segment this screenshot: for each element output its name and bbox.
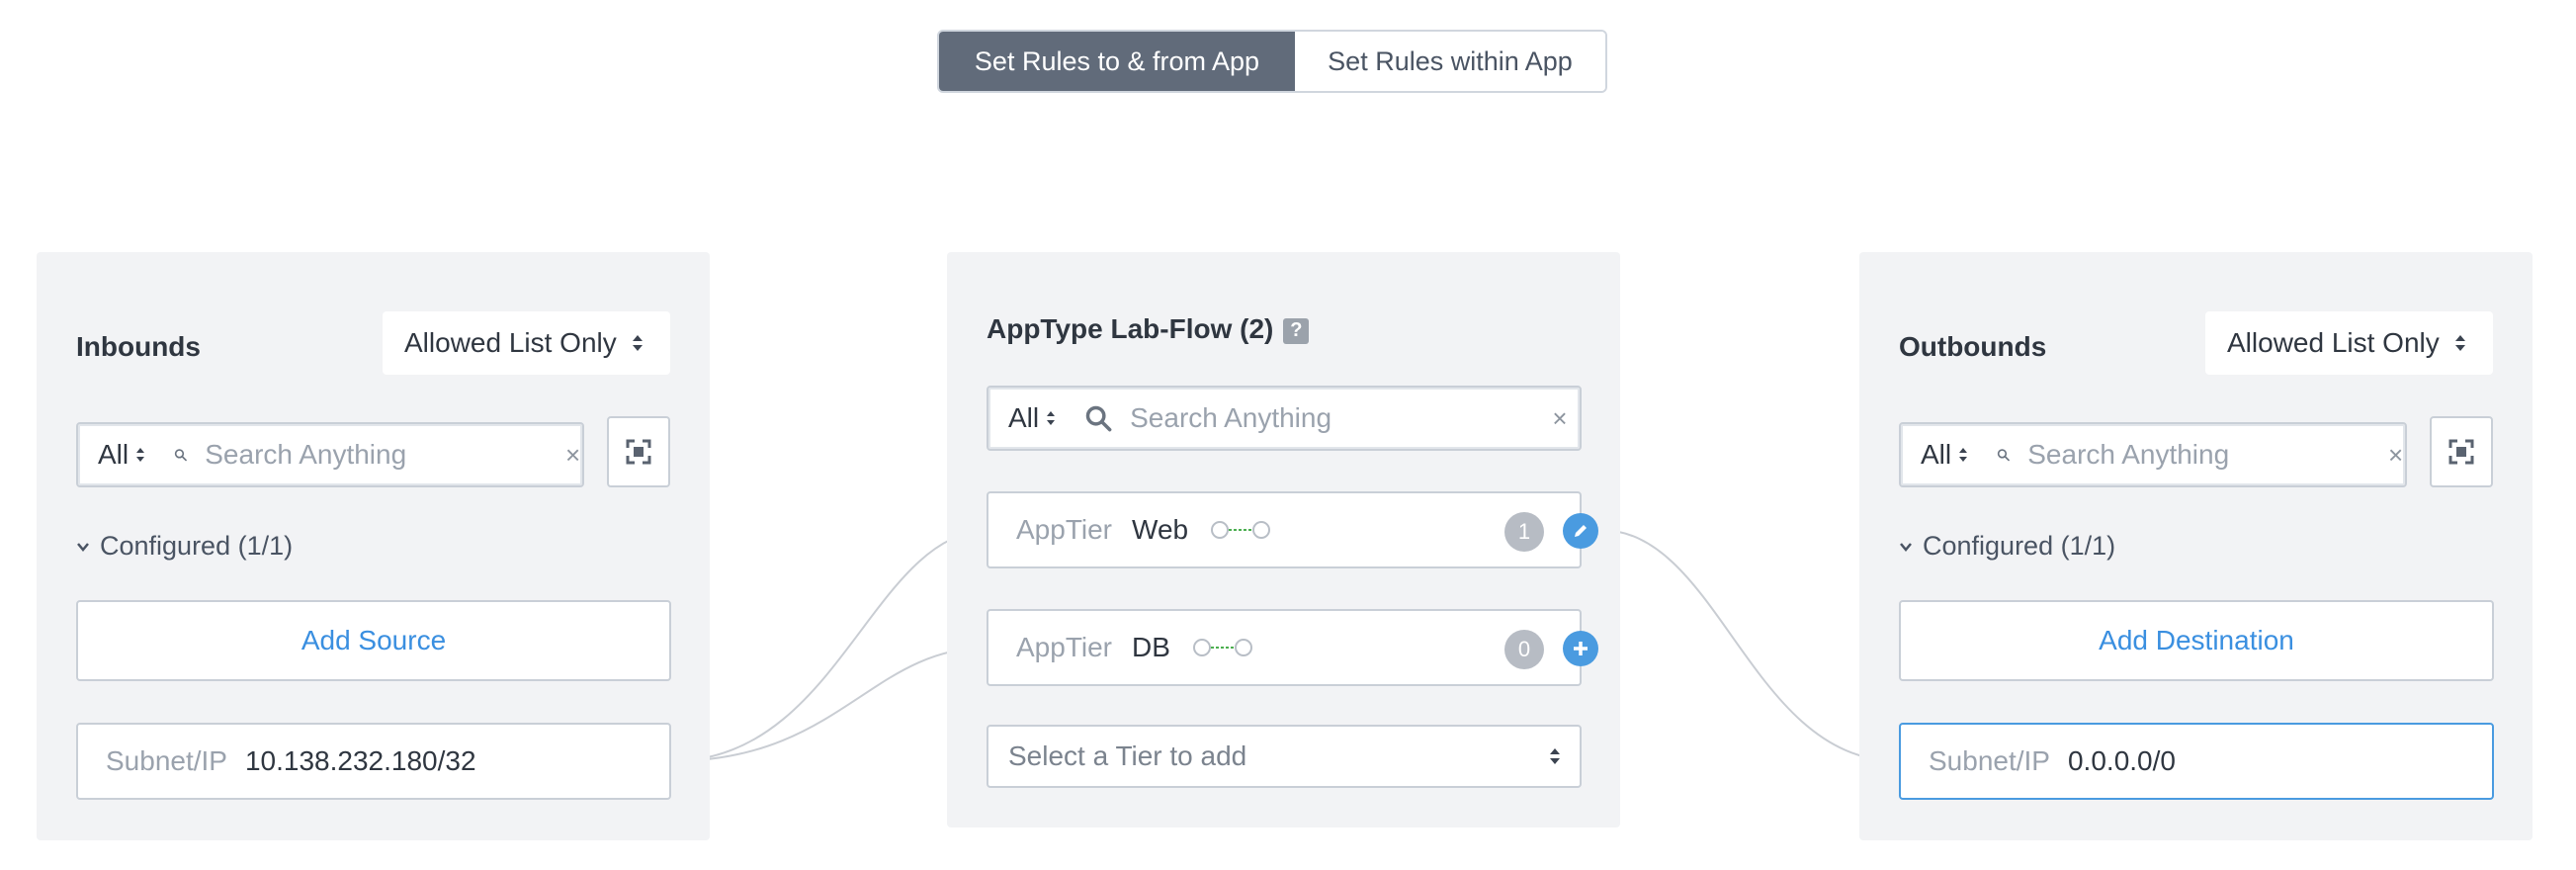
outbounds-search-input[interactable] (2025, 438, 2387, 472)
outbounds-search-scope[interactable]: All (1901, 424, 1987, 485)
inbounds-search: All × (76, 422, 584, 487)
tier-link-icon (1192, 639, 1252, 656)
rules-mode-toggle: Set Rules to & from App Set Rules within… (937, 30, 1607, 93)
entry-type-label: Subnet/IP (1929, 745, 2050, 776)
tier-item-db[interactable]: AppTier DB 0 (987, 609, 1598, 686)
chevron-down-icon (1900, 542, 1912, 552)
set-rules-to-from-app-button[interactable]: Set Rules to & from App (939, 32, 1295, 91)
tier-name: DB (1132, 632, 1170, 662)
add-source-button[interactable]: Add Source (76, 600, 671, 681)
tier-link-icon (1211, 521, 1271, 539)
outbounds-search: All × (1899, 422, 2407, 487)
inbounds-title: Inbounds (76, 331, 201, 362)
clear-icon[interactable]: × (563, 440, 582, 471)
connector-inbound-db (669, 647, 989, 762)
select-tier-placeholder: Select a Tier to add (1008, 740, 1247, 771)
inbounds-search-input[interactable] (203, 438, 564, 472)
app-search: All × (987, 386, 1582, 451)
tier-count-badge: 0 (1504, 630, 1544, 669)
clear-icon[interactable]: × (1540, 403, 1580, 434)
scope-value: All (1008, 402, 1040, 433)
focus-icon (2448, 439, 2474, 465)
scope-value: All (98, 439, 129, 470)
outbounds-panel: Outbounds Allowed List Only All × Config… (1859, 252, 2533, 840)
updown-icon (1550, 746, 1560, 766)
app-title-row: AppType Lab-Flow (2)? (987, 313, 1310, 345)
app-search-scope[interactable]: All (988, 388, 1074, 449)
add-destination-button[interactable]: Add Destination (1899, 600, 2494, 681)
updown-icon (632, 333, 643, 353)
search-icon (174, 449, 187, 462)
updown-icon (1959, 446, 1968, 464)
updown-icon (1047, 409, 1056, 427)
search-icon (1997, 449, 2010, 462)
inbounds-policy-dropdown[interactable]: Allowed List Only (383, 311, 670, 375)
tier-count-badge: 1 (1504, 512, 1544, 552)
search-icon (1085, 405, 1112, 432)
inbounds-search-scope[interactable]: All (78, 424, 164, 485)
set-rules-within-app-button[interactable]: Set Rules within App (1295, 32, 1605, 91)
outbounds-focus-button[interactable] (2430, 416, 2493, 487)
tier-label: AppTier (1016, 514, 1113, 545)
configured-label: Configured (1/1) (100, 531, 294, 561)
clear-icon[interactable]: × (2386, 440, 2405, 471)
configured-label: Configured (1/1) (1923, 531, 2116, 561)
entry-value: 0.0.0.0/0 (2067, 745, 2176, 776)
connector-web-outbound (1599, 529, 1900, 762)
inbounds-panel: Inbounds Allowed List Only All × Configu… (37, 252, 710, 840)
plus-icon[interactable] (1563, 631, 1598, 666)
tier-item-web[interactable]: AppTier Web 1 (987, 491, 1598, 568)
tier-label: AppTier (1016, 632, 1113, 662)
inbounds-policy-value: Allowed List Only (404, 327, 617, 358)
app-panel: AppType Lab-Flow (2)? All × AppTier Web … (947, 252, 1620, 827)
chevron-down-icon (77, 542, 89, 552)
inbounds-configured-toggle[interactable]: Configured (1/1) (76, 531, 293, 562)
edit-icon[interactable] (1563, 513, 1598, 549)
outbounds-configured-toggle[interactable]: Configured (1/1) (1899, 531, 2115, 562)
inbound-subnet-entry[interactable]: Subnet/IP 10.138.232.180/32 (76, 723, 671, 800)
app-title: AppType Lab-Flow (2) (987, 313, 1274, 344)
updown-icon (136, 446, 145, 464)
outbounds-policy-dropdown[interactable]: Allowed List Only (2205, 311, 2493, 375)
outbounds-title: Outbounds (1899, 331, 2047, 362)
outbounds-policy-value: Allowed List Only (2227, 327, 2440, 358)
scope-value: All (1921, 439, 1952, 470)
tier-name: Web (1132, 514, 1189, 545)
inbounds-focus-button[interactable] (607, 416, 670, 487)
connector-inbound-web (669, 529, 989, 762)
help-icon[interactable]: ? (1283, 317, 1310, 344)
select-tier-dropdown[interactable]: Select a Tier to add (987, 725, 1582, 788)
entry-value: 10.138.232.180/32 (244, 745, 476, 776)
app-search-input[interactable] (1128, 401, 1540, 435)
updown-icon (2454, 333, 2465, 353)
focus-icon (626, 439, 651, 465)
outbound-subnet-entry[interactable]: Subnet/IP 0.0.0.0/0 (1899, 723, 2494, 800)
entry-type-label: Subnet/IP (106, 745, 227, 776)
